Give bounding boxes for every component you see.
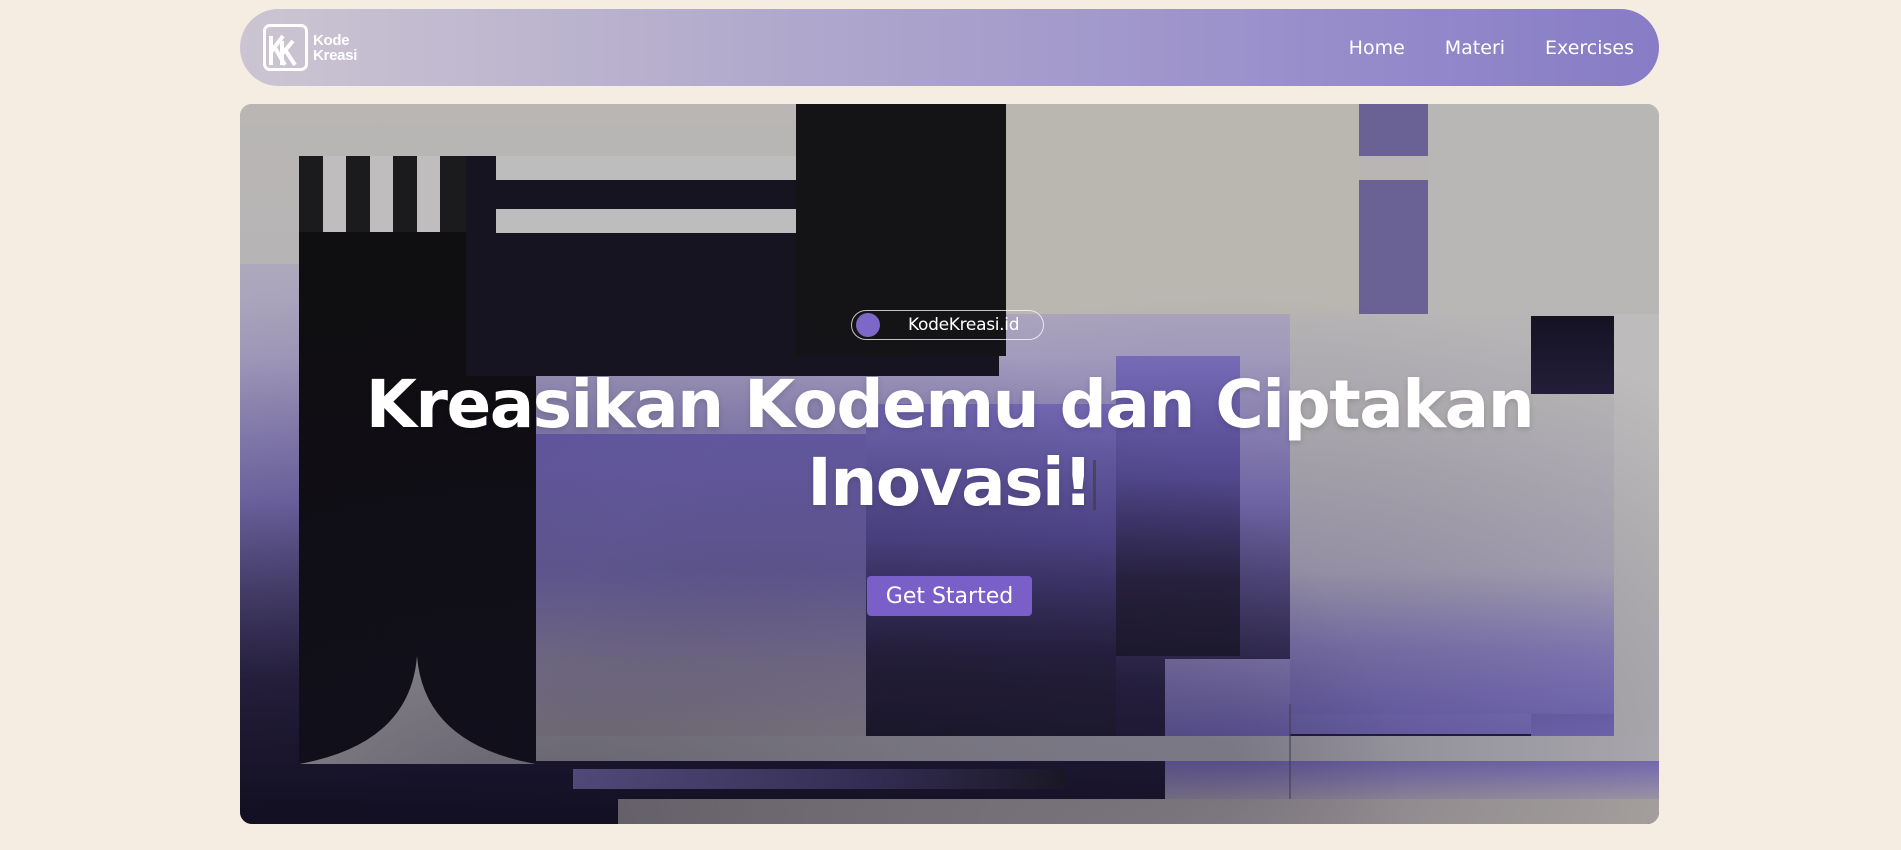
hero-section: KodeKreasi.id Kreasikan Kodemu dan Cipta…: [240, 104, 1659, 824]
hero-headline: Kreasikan Kodemu dan Ciptakan Inovasi!: [240, 366, 1659, 522]
hero-headline-line-1: Kreasikan Kodemu dan Ciptakan: [365, 366, 1535, 443]
circle-dot-icon: [856, 313, 880, 337]
logo[interactable]: Kode Kreasi: [263, 24, 357, 71]
nav-link-exercises[interactable]: Exercises: [1545, 37, 1634, 59]
brand-badge: KodeKreasi.id: [851, 310, 1044, 340]
nav-link-materi[interactable]: Materi: [1445, 37, 1505, 59]
brand-badge-text: KodeKreasi.id: [908, 315, 1020, 335]
navbar: Kode Kreasi Home Materi Exercises: [240, 9, 1659, 86]
nav-link-home[interactable]: Home: [1349, 37, 1405, 59]
hero-headline-line-2: Inovasi!: [807, 444, 1093, 521]
logo-line-1: Kode: [313, 31, 350, 49]
nav-links: Home Materi Exercises: [1349, 9, 1634, 86]
logo-wordmark: Kode Kreasi: [313, 33, 357, 63]
typing-caret: [1093, 460, 1096, 510]
get-started-button[interactable]: Get Started: [867, 576, 1032, 616]
kk-monogram-icon: [263, 24, 308, 71]
logo-line-2: Kreasi: [313, 46, 358, 64]
